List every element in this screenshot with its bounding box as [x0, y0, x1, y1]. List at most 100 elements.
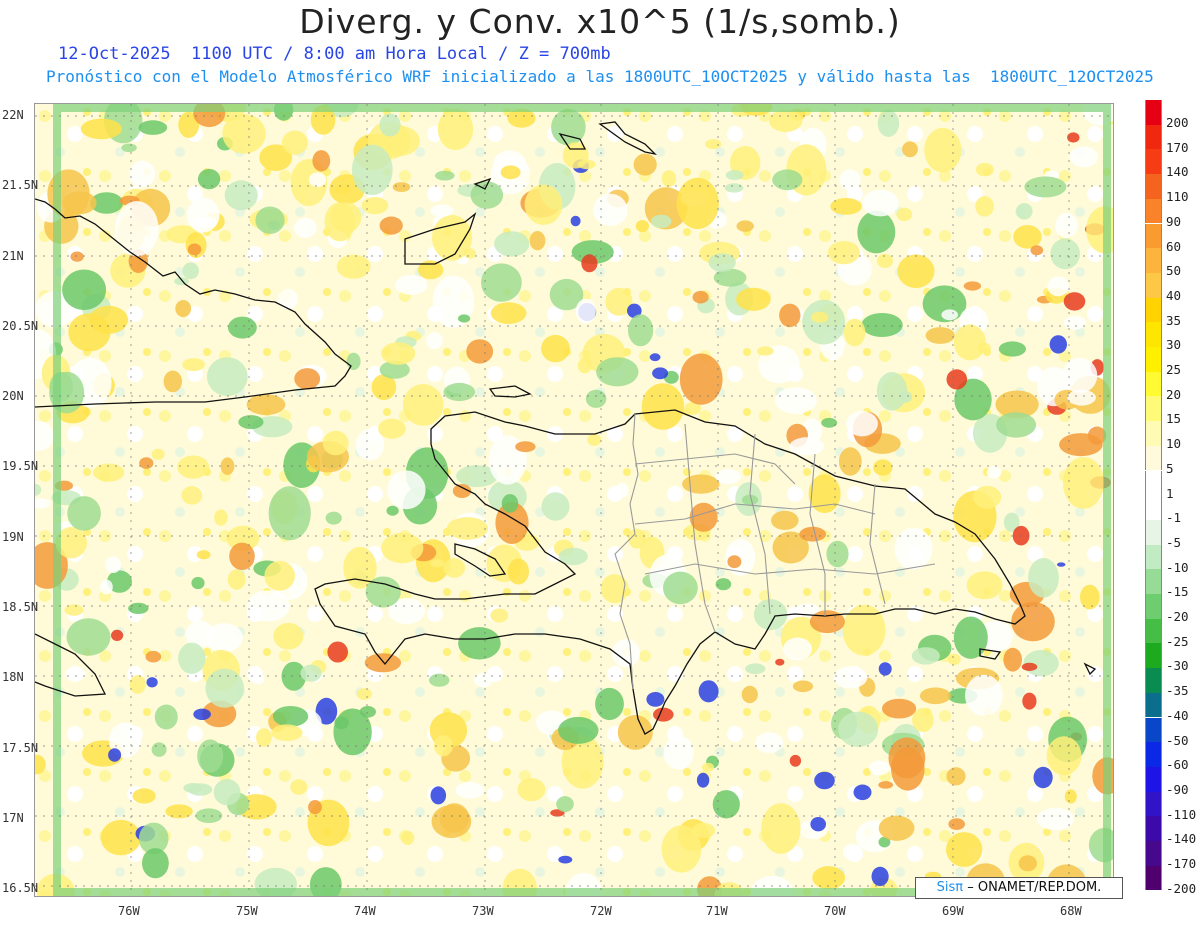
field-cell — [833, 666, 868, 689]
field-cell — [953, 324, 986, 361]
field-cell — [187, 243, 202, 256]
colorbar-label: 140 — [1166, 164, 1189, 180]
field-cell — [846, 411, 878, 437]
field-cell — [294, 217, 317, 238]
field-cell — [1057, 562, 1066, 567]
field-cell — [641, 383, 685, 430]
field-cell — [197, 739, 224, 773]
colorbar-label: 15 — [1166, 411, 1182, 427]
field-cell — [783, 637, 813, 661]
lon-label-71w: 71W — [706, 904, 728, 918]
colorbar-swatch — [1145, 495, 1162, 520]
field-cell — [458, 627, 501, 660]
field-cell — [308, 800, 322, 815]
field-cell — [66, 618, 111, 656]
field-cell — [753, 599, 788, 631]
field-cell — [558, 716, 599, 744]
field-cell — [227, 569, 246, 590]
field-cell — [80, 118, 122, 140]
field-cell — [839, 169, 861, 191]
field-cell — [197, 168, 221, 190]
colorbar-label: -140 — [1166, 831, 1197, 847]
lon-label-69w: 69W — [942, 904, 964, 918]
field-cell — [395, 274, 428, 295]
lat-label-18-5n: 18.5N — [2, 600, 39, 614]
colorbar-swatch — [1145, 198, 1162, 224]
field-cell — [1013, 225, 1042, 249]
colorbar-swatch — [1145, 445, 1162, 471]
field-cell — [229, 542, 255, 570]
field-cell — [593, 193, 628, 227]
field-cell — [679, 353, 723, 405]
field-cell — [1050, 238, 1080, 270]
field-cell — [802, 299, 846, 345]
field-cell — [878, 815, 915, 841]
lon-label-76w: 76W — [118, 904, 140, 918]
lat-label-17n: 17N — [2, 811, 24, 825]
field-cell — [779, 303, 801, 328]
field-cell — [891, 747, 925, 791]
field-cell — [628, 314, 654, 347]
colorbar-label: 10 — [1166, 436, 1182, 452]
field-cell — [853, 784, 872, 801]
field-cell — [151, 742, 167, 757]
colorbar-swatch — [1145, 594, 1162, 619]
field-cell — [595, 687, 624, 721]
field-cell — [646, 692, 665, 707]
lat-label-16-5n: 16.5N — [2, 881, 39, 895]
field-cell — [761, 803, 801, 854]
colorbar-label: -20 — [1166, 609, 1189, 624]
field-cell — [1030, 245, 1044, 256]
field-cell — [62, 269, 107, 311]
colorbar-swatch — [1145, 272, 1162, 298]
lat-label-22n: 22N — [2, 108, 24, 122]
field-cell — [228, 316, 257, 339]
field-cell — [65, 666, 86, 682]
colorbar-label: 110 — [1166, 189, 1189, 205]
field-cell — [68, 313, 111, 352]
field-cell — [1055, 212, 1078, 239]
lat-label-19-5n: 19.5N — [2, 459, 39, 473]
field-cell — [663, 735, 694, 770]
field-cell — [896, 207, 913, 221]
field-cell — [975, 196, 994, 217]
field-cell — [517, 778, 546, 802]
colorbar-label: -30 — [1166, 658, 1189, 674]
colorbar-swatch — [1145, 569, 1162, 594]
valid-time-line: 12-Oct-2025 1100 UTC / 8:00 am Hora Loca… — [58, 44, 611, 64]
field-cell — [911, 647, 940, 665]
colorbar-swatch — [1145, 692, 1162, 718]
field-cell — [998, 341, 1026, 357]
field-cell — [154, 704, 178, 730]
field-cell — [924, 127, 962, 173]
field-cell — [745, 663, 766, 674]
field-cell — [361, 197, 389, 215]
field-cell — [1016, 203, 1033, 220]
field-cell — [181, 486, 203, 505]
field-cell — [1036, 807, 1075, 831]
field-cell — [1021, 662, 1038, 672]
field-cell — [570, 215, 581, 227]
colorbar-label: -1 — [1166, 510, 1182, 526]
field-cell — [769, 109, 803, 132]
field-cell — [575, 298, 596, 324]
field-cell — [100, 819, 141, 856]
colorbar-swatch — [1145, 742, 1162, 767]
field-cell — [789, 754, 802, 767]
field-cell — [529, 231, 546, 251]
field-cell — [175, 300, 192, 318]
field-cell — [857, 210, 896, 254]
field-cell — [146, 677, 158, 688]
field-cell — [67, 496, 101, 531]
field-cell — [828, 241, 860, 265]
colorbar-label: 20 — [1166, 386, 1182, 402]
field-cell — [663, 571, 698, 605]
field-cell — [463, 248, 476, 259]
field-cell — [878, 781, 894, 789]
field-cell — [417, 260, 444, 280]
colorbar-label: -40 — [1166, 707, 1189, 723]
field-cell — [902, 141, 918, 158]
field-cell — [736, 220, 754, 232]
field-cell — [736, 287, 771, 311]
field-cell — [1067, 389, 1096, 406]
